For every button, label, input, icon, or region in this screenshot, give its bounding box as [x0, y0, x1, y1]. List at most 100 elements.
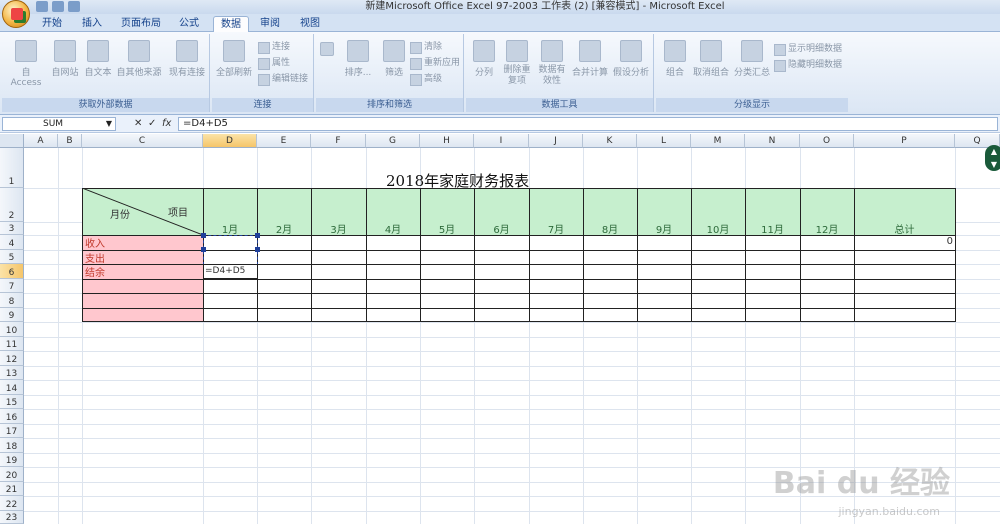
sort-button[interactable]: 排序... — [338, 40, 378, 78]
row-header-14[interactable]: 14 — [0, 380, 24, 395]
cancel-icon[interactable]: ✕ — [134, 117, 142, 131]
text-to-columns-button[interactable]: 分列 — [468, 40, 500, 78]
row-header-2[interactable]: 2 — [0, 188, 24, 222]
range-handle[interactable] — [201, 247, 206, 252]
tab-insert[interactable]: 插入 — [78, 16, 106, 32]
select-all-corner[interactable] — [0, 134, 24, 148]
col-header-g[interactable]: G — [366, 134, 420, 148]
insert-function-icon[interactable]: fx — [162, 117, 171, 131]
properties-button[interactable]: 属性 — [258, 56, 290, 70]
row-header-5[interactable]: 5 — [0, 250, 24, 264]
row-header-12[interactable]: 12 — [0, 351, 24, 366]
row-header-7[interactable]: 7 — [0, 279, 24, 293]
from-web-button[interactable]: 自网站 — [48, 40, 82, 78]
row-header-15[interactable]: 15 — [0, 395, 24, 409]
refresh-all-button[interactable]: 全部刷新 — [214, 40, 254, 78]
what-if-button[interactable]: 假设分析 — [610, 40, 652, 78]
row-header-21[interactable]: 21 — [0, 482, 24, 496]
table-line — [311, 188, 312, 322]
col-header-e[interactable]: E — [257, 134, 311, 148]
from-access-button[interactable]: 自 Access — [6, 40, 46, 88]
office-button[interactable] — [2, 0, 30, 28]
col-header-i[interactable]: I — [474, 134, 529, 148]
range-handle[interactable] — [255, 233, 260, 238]
col-header-n[interactable]: N — [745, 134, 800, 148]
row-header-4[interactable]: 4 — [0, 235, 24, 250]
worksheet-grid[interactable]: A B C D E F G H I J K L M N O P Q 1 2 3 … — [0, 134, 1000, 524]
col-header-p[interactable]: P — [854, 134, 955, 148]
filter-button[interactable]: 筛选 — [378, 40, 410, 78]
title-bar: 新建Microsoft Office Excel 97-2003 工作表 (2)… — [0, 0, 1000, 14]
tab-data[interactable]: 数据 — [213, 16, 249, 32]
active-cell-formula: =D4+D5 — [205, 266, 246, 276]
ungroup-button[interactable]: 取消组合 — [690, 40, 732, 78]
subtotal-button[interactable]: 分类汇总 — [732, 40, 772, 78]
col-header-d[interactable]: D — [203, 134, 257, 148]
table-line — [583, 188, 584, 322]
chevron-down-icon[interactable]: ▼ — [106, 118, 112, 130]
tab-formulas[interactable]: 公式 — [174, 16, 204, 32]
tab-page-layout[interactable]: 页面布局 — [118, 16, 164, 32]
reapply-button[interactable]: 重新应用 — [410, 56, 460, 70]
from-other-sources-button[interactable]: 自其他来源 — [114, 40, 164, 78]
row-header-10[interactable]: 10 — [0, 322, 24, 337]
col-header-o[interactable]: O — [800, 134, 854, 148]
hide-detail-button[interactable]: 隐藏明细数据 — [774, 58, 842, 72]
row-header-6[interactable]: 6 — [0, 264, 24, 279]
tab-review[interactable]: 审阅 — [256, 16, 284, 32]
consolidate-button[interactable]: 合并计算 — [570, 40, 610, 78]
ungroup-icon — [700, 40, 722, 62]
table-line — [691, 188, 692, 322]
group-button[interactable]: 组合 — [660, 40, 690, 78]
col-header-c[interactable]: C — [82, 134, 203, 148]
row-header-17[interactable]: 17 — [0, 424, 24, 438]
save-icon[interactable] — [36, 1, 48, 12]
referenced-range — [203, 235, 258, 265]
col-header-k[interactable]: K — [583, 134, 637, 148]
scroll-indicator-icon[interactable]: ▲ ▼ — [985, 145, 1000, 171]
row-header-13[interactable]: 13 — [0, 366, 24, 380]
row-header-16[interactable]: 16 — [0, 409, 24, 424]
row-header-19[interactable]: 19 — [0, 453, 24, 467]
col-header-h[interactable]: H — [420, 134, 474, 148]
from-text-button[interactable]: 自文本 — [82, 40, 114, 78]
col-header-l[interactable]: L — [637, 134, 691, 148]
row-header-23[interactable]: 23 — [0, 511, 24, 524]
existing-connections-button[interactable]: 现有连接 — [166, 40, 208, 78]
redo-icon[interactable] — [68, 1, 80, 12]
col-header-a[interactable]: A — [24, 134, 58, 148]
col-header-j[interactable]: J — [529, 134, 583, 148]
remove-duplicates-button[interactable]: 删除重复项 — [500, 40, 534, 87]
clear-button[interactable]: 清除 — [410, 40, 442, 54]
col-header-f[interactable]: F — [311, 134, 366, 148]
edit-links-button[interactable]: 编辑链接 — [258, 72, 308, 86]
range-handle[interactable] — [201, 233, 206, 238]
show-detail-button[interactable]: 显示明细数据 — [774, 42, 842, 56]
active-cell-editor[interactable]: =D4+D5 — [203, 264, 258, 279]
range-handle[interactable] — [255, 247, 260, 252]
row-header-11[interactable]: 11 — [0, 337, 24, 351]
col-header-m[interactable]: M — [691, 134, 745, 148]
advanced-button[interactable]: 高级 — [410, 72, 442, 86]
enter-icon[interactable]: ✓ — [148, 117, 156, 131]
row-header-18[interactable]: 18 — [0, 438, 24, 453]
name-box[interactable]: SUM ▼ — [2, 117, 116, 131]
connections-button[interactable]: 连接 — [258, 40, 290, 54]
sort-asc-button[interactable] — [318, 42, 336, 59]
group-label-connections: 连接 — [212, 98, 313, 112]
filter-icon — [383, 40, 405, 62]
formula-input[interactable]: =D4+D5 — [178, 117, 998, 131]
row-header-22[interactable]: 22 — [0, 496, 24, 511]
what-if-label: 假设分析 — [612, 68, 649, 78]
row-header-3[interactable]: 3 — [0, 222, 24, 235]
row-header-20[interactable]: 20 — [0, 467, 24, 482]
tab-view[interactable]: 视图 — [296, 16, 324, 32]
row-header-1[interactable]: 1 — [0, 148, 24, 188]
row-header-9[interactable]: 9 — [0, 308, 24, 322]
col-header-b[interactable]: B — [58, 134, 82, 148]
data-validation-button[interactable]: 数据有效性 — [536, 40, 568, 87]
tab-home[interactable]: 开始 — [38, 16, 66, 32]
row-header-8[interactable]: 8 — [0, 293, 24, 308]
consolidate-label: 合并计算 — [571, 68, 608, 78]
undo-icon[interactable] — [52, 1, 64, 12]
